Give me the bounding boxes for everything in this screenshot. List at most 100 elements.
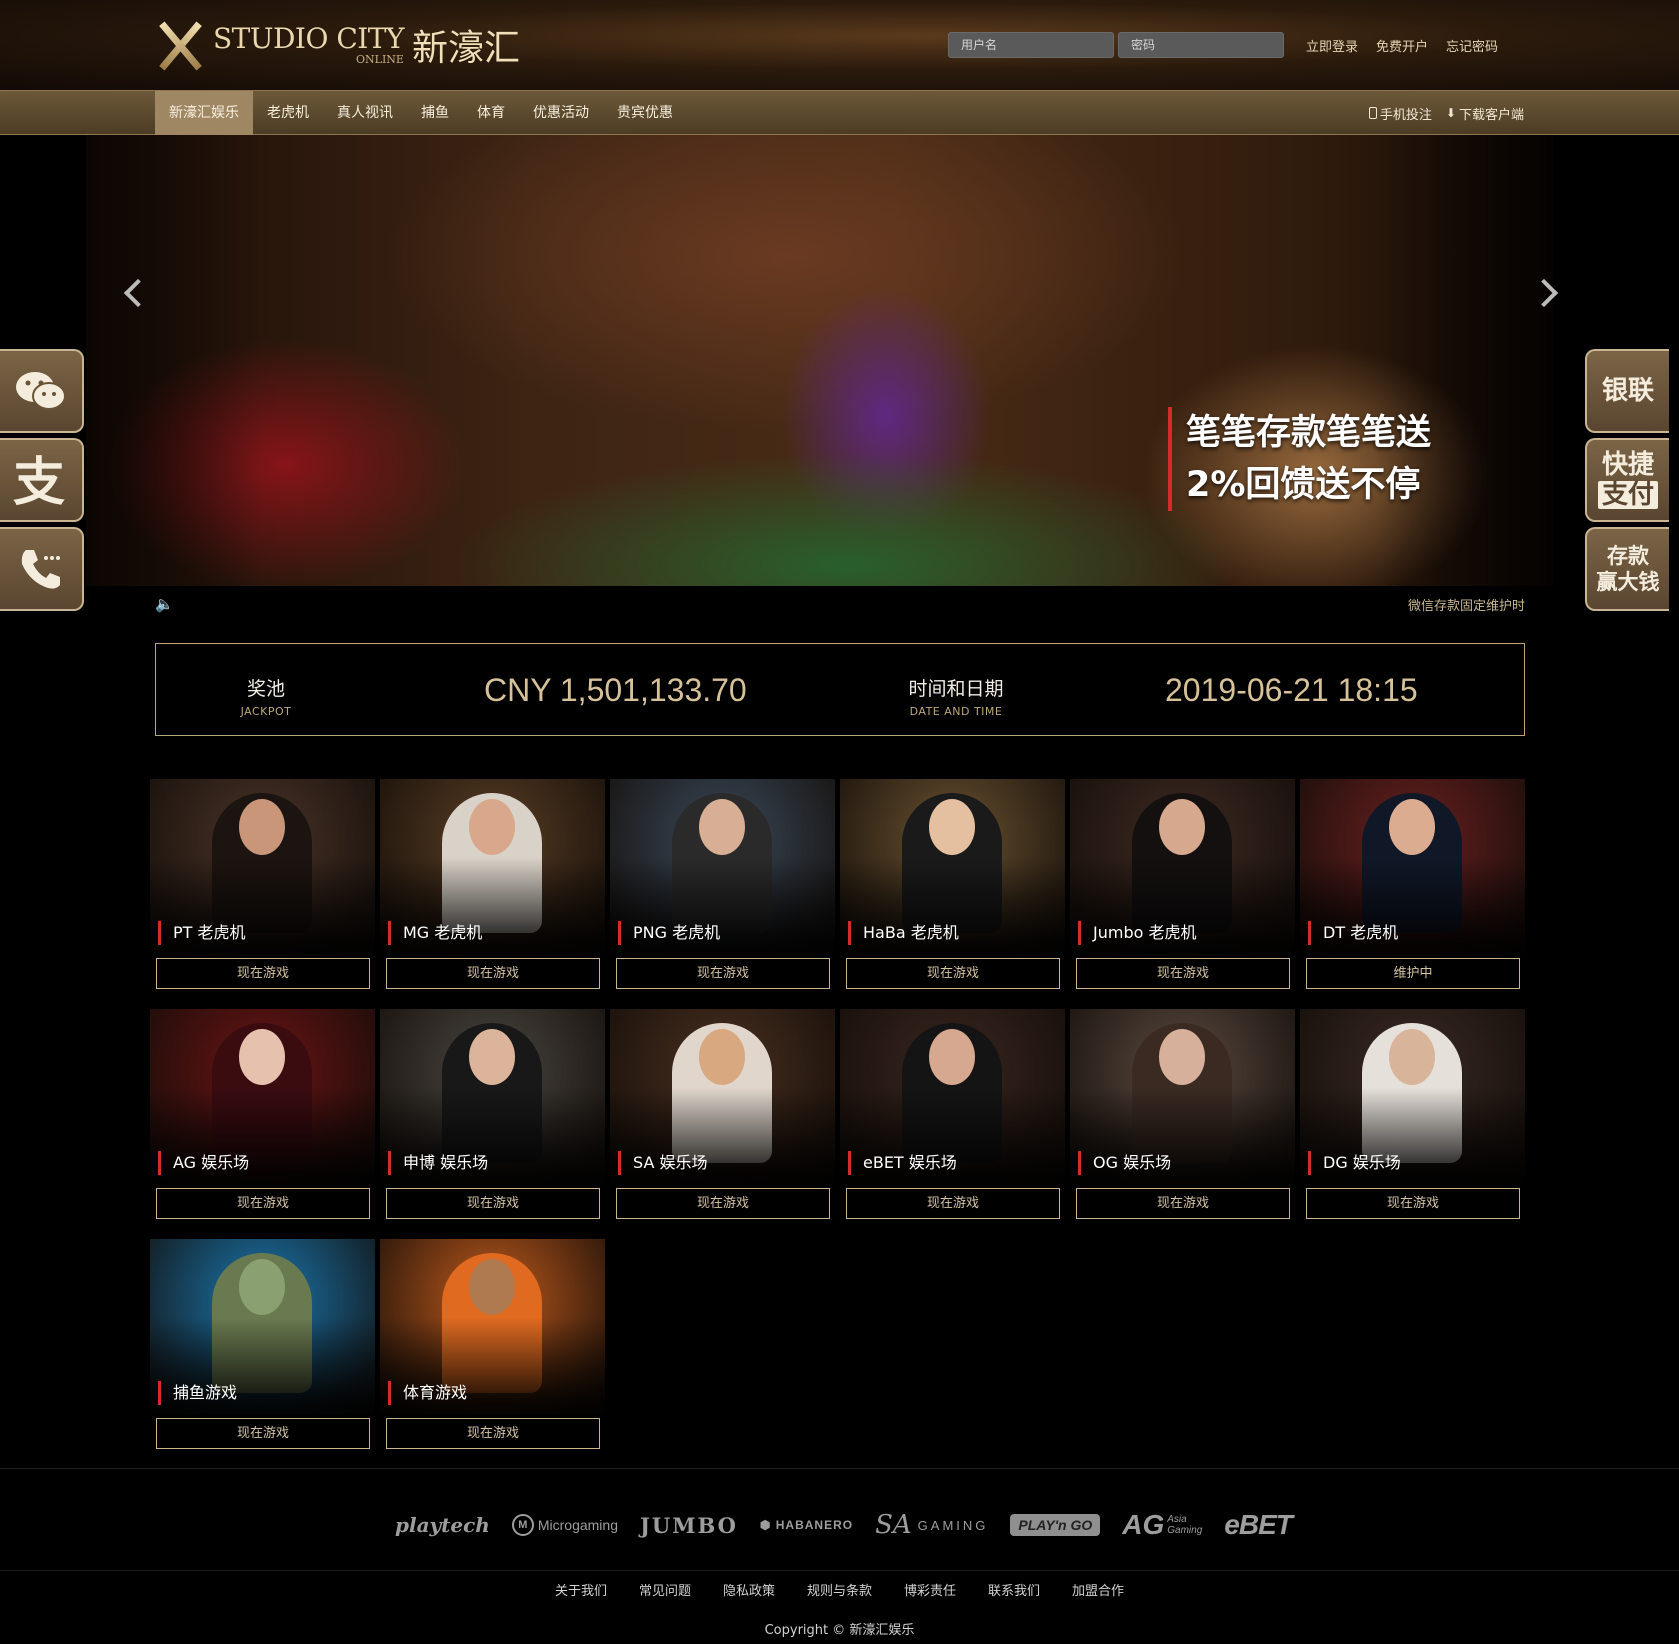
- logo-cn: 新濠汇: [411, 28, 520, 69]
- game-card-title: SA 娱乐场: [618, 1151, 708, 1175]
- date-time-label: 时间和日期 DATE AND TIME: [908, 678, 1004, 718]
- provider-logos: playtech M Microgaming JUMBO ⬢ HABANERO …: [395, 1505, 1314, 1545]
- game-card-title: PNG 老虎机: [618, 921, 720, 945]
- play-now-button[interactable]: 现在游戏: [846, 958, 1060, 989]
- ebet-logo: eBET: [1224, 1509, 1293, 1540]
- game-card[interactable]: HaBa 老虎机 现在游戏: [840, 779, 1065, 994]
- nav-item-3[interactable]: 捕鱼: [407, 91, 463, 135]
- play-now-button[interactable]: 现在游戏: [1306, 1188, 1520, 1219]
- banner-slogan: 笔笔存款笔笔送 2%回馈送不停: [1168, 407, 1431, 511]
- forgot-password-link[interactable]: 忘记密码: [1446, 36, 1498, 55]
- svg-text:支: 支: [13, 453, 65, 508]
- game-card[interactable]: DG 娱乐场现在游戏: [1300, 1009, 1525, 1224]
- game-card-title: DG 娱乐场: [1308, 1151, 1401, 1175]
- speaker-icon: 🔈: [155, 595, 174, 613]
- jackpot-panel: 奖池 JACKPOT CNY 1,501,133.70 时间和日期 DATE A…: [155, 643, 1525, 736]
- password-input[interactable]: [1118, 32, 1284, 58]
- wechat-button[interactable]: [0, 349, 84, 433]
- footer-link-0[interactable]: 关于我们: [555, 1580, 607, 1599]
- username-input[interactable]: [948, 32, 1114, 58]
- nav-item-5[interactable]: 优惠活动: [519, 91, 603, 135]
- hero-banner: 笔笔存款笔笔送 2%回馈送不停: [0, 135, 1679, 586]
- alipay-icon: 支: [13, 453, 65, 508]
- footer-link-2[interactable]: 隐私政策: [723, 1580, 775, 1599]
- login-link[interactable]: 立即登录: [1306, 36, 1358, 55]
- microgaming-logo: M Microgaming: [511, 1514, 618, 1536]
- play-now-button[interactable]: 现在游戏: [386, 958, 600, 989]
- game-card-title: eBET 娱乐场: [848, 1151, 957, 1175]
- jackpot-value: CNY 1,501,133.70: [484, 672, 747, 708]
- footer-link-6[interactable]: 加盟合作: [1072, 1580, 1124, 1599]
- game-card-title: OG 娱乐场: [1078, 1151, 1171, 1175]
- game-card[interactable]: PT 老虎机现在游戏: [150, 779, 375, 994]
- play-now-button[interactable]: 维护中: [1306, 958, 1520, 989]
- download-client-link[interactable]: ⬇ 下载客户端: [1446, 104, 1524, 123]
- mobile-betting-link[interactable]: 手机投注: [1368, 104, 1432, 123]
- game-card[interactable]: OG 娱乐场现在游戏: [1070, 1009, 1295, 1224]
- quick-pay-button[interactable]: 快捷 支付: [1585, 438, 1669, 522]
- nav-item-6[interactable]: 贵宾优惠: [603, 91, 687, 135]
- notice-marquee[interactable]: 微信存款固定维护时: [1408, 595, 1525, 614]
- deposit-line-1: 存款: [1607, 544, 1649, 568]
- banner-casino-image: 笔笔存款笔笔送 2%回馈送不停: [86, 135, 1553, 586]
- playtech-logo: playtech: [395, 1513, 490, 1537]
- game-card-title: PT 老虎机: [158, 921, 246, 945]
- play-now-button[interactable]: 现在游戏: [846, 1188, 1060, 1219]
- play-now-button[interactable]: 现在游戏: [386, 1188, 600, 1219]
- nav-item-4[interactable]: 体育: [463, 91, 519, 135]
- unionpay-button[interactable]: 银联: [1585, 349, 1669, 433]
- logo-x-icon: [155, 21, 205, 69]
- play-now-button[interactable]: 现在游戏: [616, 958, 830, 989]
- footer-link-1[interactable]: 常见问题: [639, 1580, 691, 1599]
- game-card[interactable]: MG 老虎机现在游戏: [380, 779, 605, 994]
- footer-links: 关于我们 常见问题 隐私政策 规则与条款 博彩责任 联系我们 加盟合作: [0, 1580, 1679, 1599]
- deposit-line-2: 赢大钱: [1596, 570, 1660, 594]
- jumbo-logo: JUMBO: [639, 1512, 738, 1538]
- play-now-button[interactable]: 现在游戏: [1076, 958, 1290, 989]
- footer-link-4[interactable]: 博彩责任: [904, 1580, 956, 1599]
- slogan-line-2: 2%回馈送不停: [1186, 465, 1421, 505]
- play-now-button[interactable]: 现在游戏: [156, 958, 370, 989]
- play-now-button[interactable]: 现在游戏: [616, 1188, 830, 1219]
- alipay-button[interactable]: 支: [0, 438, 84, 522]
- page: STUDIO CITY ONLINE 新濠汇 立即登录 免费开户 忘记密码 新濠…: [0, 0, 1679, 1644]
- game-card[interactable]: DT 老虎机维护中: [1300, 779, 1525, 994]
- game-card-title: AG 娱乐场: [158, 1151, 249, 1175]
- play-now-button[interactable]: 现在游戏: [1076, 1188, 1290, 1219]
- habanero-logo: ⬢ HABANERO: [759, 1518, 854, 1532]
- nav-right: 手机投注 ⬇ 下载客户端: [1355, 91, 1524, 135]
- footer-link-3[interactable]: 规则与条款: [807, 1580, 872, 1599]
- nav-item-1[interactable]: 老虎机: [253, 91, 323, 135]
- deposit-win-button[interactable]: 存款 赢大钱: [1585, 527, 1669, 611]
- download-icon: ⬇: [1445, 106, 1456, 120]
- game-card-title: 申博 娱乐场: [388, 1151, 488, 1175]
- nav-item-0[interactable]: 新濠汇娱乐: [155, 91, 253, 135]
- footer-link-5[interactable]: 联系我们: [988, 1580, 1040, 1599]
- game-card[interactable]: PNG 老虎机现在游戏: [610, 779, 835, 994]
- game-card[interactable]: SA 娱乐场现在游戏: [610, 1009, 835, 1224]
- phone-button[interactable]: [0, 527, 84, 611]
- game-card[interactable]: eBET 娱乐场现在游戏: [840, 1009, 1065, 1224]
- game-card-title: MG 老虎机: [388, 921, 482, 945]
- game-card[interactable]: 申博 娱乐场现在游戏: [380, 1009, 605, 1224]
- game-card[interactable]: Jumbo 老虎机 现在游戏: [1070, 779, 1295, 994]
- wechat-icon: [16, 372, 66, 410]
- sa-gaming-logo: SA GAMING: [875, 1510, 989, 1540]
- playngo-logo: PLAY'n GO: [1010, 1514, 1101, 1536]
- jackpot-label: 奖池 JACKPOT: [240, 678, 292, 718]
- game-card[interactable]: AG 娱乐场现在游戏: [150, 1009, 375, 1224]
- phone-icon: [21, 550, 60, 589]
- logo[interactable]: STUDIO CITY ONLINE 新濠汇: [155, 20, 520, 70]
- game-card[interactable]: 体育游戏 现在游戏: [380, 1239, 605, 1454]
- login-form: 立即登录 免费开户 忘记密码: [948, 32, 1498, 58]
- register-link[interactable]: 免费开户: [1376, 36, 1428, 55]
- header: STUDIO CITY ONLINE 新濠汇 立即登录 免费开户 忘记密码: [0, 0, 1679, 90]
- game-card[interactable]: 捕鱼游戏 现在游戏: [150, 1239, 375, 1454]
- download-client-label: 下载客户端: [1458, 107, 1524, 123]
- play-now-button[interactable]: 现在游戏: [386, 1418, 600, 1449]
- logo-sub: ONLINE: [356, 53, 404, 66]
- play-now-button[interactable]: 现在游戏: [156, 1188, 370, 1219]
- nav-item-2[interactable]: 真人视讯: [323, 91, 407, 135]
- play-now-button[interactable]: 现在游戏: [156, 1418, 370, 1449]
- game-card-title: DT 老虎机: [1308, 921, 1398, 945]
